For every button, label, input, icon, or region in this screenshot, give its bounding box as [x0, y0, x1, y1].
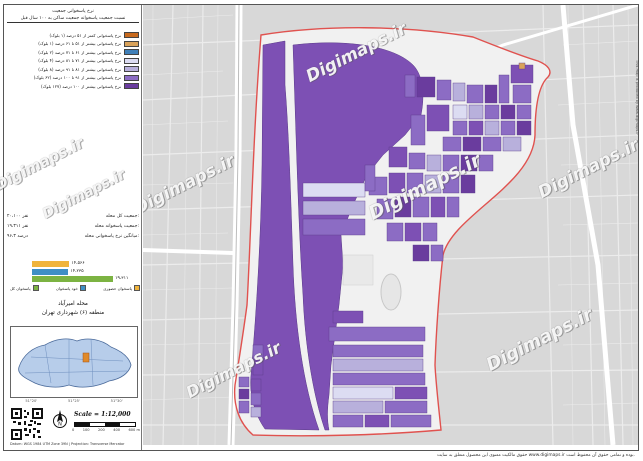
qr-code-icon: [11, 408, 43, 440]
map-title-line2: نسبت جمعیت پاسخوانه جمعیت ساکن به ۱۰۰ سا…: [7, 15, 139, 23]
main-map[interactable]: Digimaps.ir Digimaps.ir Digimaps.ir Digi…: [143, 5, 638, 445]
place-label: محله امیرآباد منطقه (۶) شهرداری تهران: [7, 300, 139, 318]
stats-block: ۲۰،۱۰۰ نفر جمعیت کل محله: ۱۹،۳۱۱ نفر جمع…: [7, 211, 139, 241]
legend-swatch: [124, 40, 139, 47]
bar-legend-swatch: [32, 285, 39, 291]
scale-ticks: 0 100 200 400 600 m: [72, 428, 140, 432]
locator-map: [10, 326, 138, 398]
stat-label: جمعیت کل محله:: [105, 213, 139, 219]
bar-fill: [32, 276, 114, 282]
map-title-line1: نرخ پاسخوانی جمعیت: [52, 9, 94, 14]
scale-tick: 100: [82, 428, 90, 432]
legend-swatch: [124, 66, 139, 73]
response-bar: ۱۹،۳۱۱: [32, 276, 140, 283]
bar-legend: پاسخوان کل خود پاسخوان پاسخوان حضوری: [10, 285, 140, 291]
legend-label: نرخ پاسخوانی بیشتر از ۷۱ تا ۸۱ درصد (۴ ب…: [38, 58, 121, 64]
study-area-marker: [82, 352, 90, 363]
legend-swatch: [124, 32, 139, 39]
legend-item: نرخ پاسخوانی بیشتر از ۹۱ تا ۱۰۰ درصد (۶۲…: [7, 74, 139, 83]
stat-label: میانگین نرخ پاسخوانی محله:: [84, 233, 139, 239]
stat-value: ۹۶،۳ درصد: [7, 233, 28, 239]
stat-value: ۱۹،۳۱۱ نفر: [7, 223, 29, 229]
axis-tick: 51°30': [110, 399, 123, 403]
response-bar-chart: ۱۴،۵۶۶ ۱۴،۲۳۵ ۱۹،۳۱۱: [32, 261, 140, 284]
axis-tick: 51°25': [68, 399, 80, 403]
scale-label: Scale = 1:12,000: [74, 411, 131, 418]
legend-item: نرخ پاسخوانی بیشتر از ۷۱ تا ۸۱ درصد (۴ ب…: [7, 57, 139, 66]
blocks-south-rows: [328, 310, 432, 428]
bar-legend-item: خود پاسخوان: [56, 285, 86, 291]
stat-response-rate: ۹۶،۳ درصد میانگین نرخ پاسخوانی محله:: [7, 231, 139, 241]
side-note: This map is produced by www.digimaps.ir: [632, 60, 640, 400]
legend-item: نرخ پاسخوانی بیشتر از ۶۱ تا ۷۱ درصد (۲ ب…: [7, 48, 139, 57]
axis-tick: 51°20': [25, 399, 38, 403]
stat-label: جمعیت پاسخوانه محله:: [94, 223, 139, 229]
stat-responding-population: ۱۹،۳۱۱ نفر جمعیت پاسخوانه محله:: [7, 221, 139, 231]
scale-tick: 600 m: [128, 428, 140, 432]
bar-value: ۱۴،۵۶۶: [71, 261, 85, 266]
bar-fill: [32, 261, 70, 267]
stadium: [380, 273, 402, 311]
bar-legend-swatch: [134, 285, 140, 291]
legend-swatch: [124, 57, 139, 64]
response-bar: ۱۴،۵۶۶: [32, 261, 140, 268]
locator-map-graphic: [18, 338, 132, 388]
district-name: منطقه (۶) شهرداری تهران: [41, 310, 105, 316]
legend-swatch: [124, 83, 139, 90]
legend-panel: نرخ پاسخوانی جمعیت نسبت جمعیت پاسخوانه ج…: [4, 5, 142, 450]
bar-legend-item: پاسخوان حضوری: [103, 285, 140, 291]
scale-tick: 0: [72, 428, 75, 432]
stat-total-population: ۲۰،۱۰۰ نفر جمعیت کل محله:: [7, 211, 139, 221]
copyright-footer: حقوق مالکیت معنوی این محصول متعلق به سای…: [436, 453, 635, 458]
legend-label: نرخ پاسخوانی کمتر از ۵۱ درصد (۱ بلوک): [49, 32, 121, 38]
scale-bar: [74, 422, 136, 427]
north-arrow-icon: N: [53, 410, 67, 428]
bar-legend-swatch: [79, 285, 86, 291]
bar-legend-label: پاسخوان کل: [10, 285, 31, 291]
bar-fill: [32, 268, 69, 275]
scale-tick: 200: [97, 428, 105, 432]
bar-legend-label: پاسخوان حضوری: [103, 285, 132, 291]
legend-label: نرخ پاسخوانی بیشتر از ۹۱ تا ۱۰۰ درصد (۶۲…: [33, 75, 121, 81]
legend-label: نرخ پاسخوانی بیشتر از ۵۱ تا ۶۱ درصد (۱ ب…: [38, 41, 121, 47]
neighborhood-name: محله امیرآباد: [58, 301, 88, 307]
legend-item: نرخ پاسخوانی بیشتر از ۵۱ تا ۶۱ درصد (۱ ب…: [7, 40, 139, 49]
scale-tick: 400: [113, 428, 121, 432]
legend-label: نرخ پاسخوانی بیشتر از ۱۰۰ درصد (۱۲۷ بلوک…: [41, 83, 121, 89]
open-space: [342, 254, 374, 286]
projection-credit: Datum: WGS 1984 UTM Zone 39N | Projectio…: [10, 442, 125, 446]
svg-text:N: N: [58, 422, 62, 428]
map-title: نرخ پاسخوانی جمعیت نسبت جمعیت پاسخوانه ج…: [7, 8, 139, 25]
legend-swatch: [124, 74, 139, 81]
bar-legend-label: خود پاسخوان: [55, 285, 78, 291]
legend-label: نرخ پاسخوانی بیشتر از ۸۱ تا ۹۱ درصد (۸ ب…: [38, 66, 121, 72]
response-bar: ۱۴،۲۳۵: [32, 268, 140, 276]
legend-item: نرخ پاسخوانی کمتر از ۵۱ درصد (۱ بلوک): [7, 31, 139, 40]
legend-list: نرخ پاسخوانی کمتر از ۵۱ درصد (۱ بلوک) نرخ…: [7, 31, 139, 91]
legend-item: نرخ پاسخوانی بیشتر از ۱۰۰ درصد (۱۲۷ بلوک…: [7, 82, 139, 91]
side-note-text: This map is produced by www.digimaps.ir: [635, 60, 639, 135]
legend-item: نرخ پاسخوانی بیشتر از ۸۱ تا ۹۱ درصد (۸ ب…: [7, 65, 139, 74]
bar-value: ۱۹،۳۱۱: [115, 276, 129, 281]
legend-swatch: [124, 49, 139, 56]
bar-value: ۱۴،۲۳۵: [70, 268, 84, 274]
legend-label: نرخ پاسخوانی بیشتر از ۶۱ تا ۷۱ درصد (۲ ب…: [38, 49, 121, 55]
locator-axes: 51°20' 51°25' 51°30': [10, 399, 138, 405]
bar-legend-item: پاسخوان کل: [10, 285, 39, 291]
